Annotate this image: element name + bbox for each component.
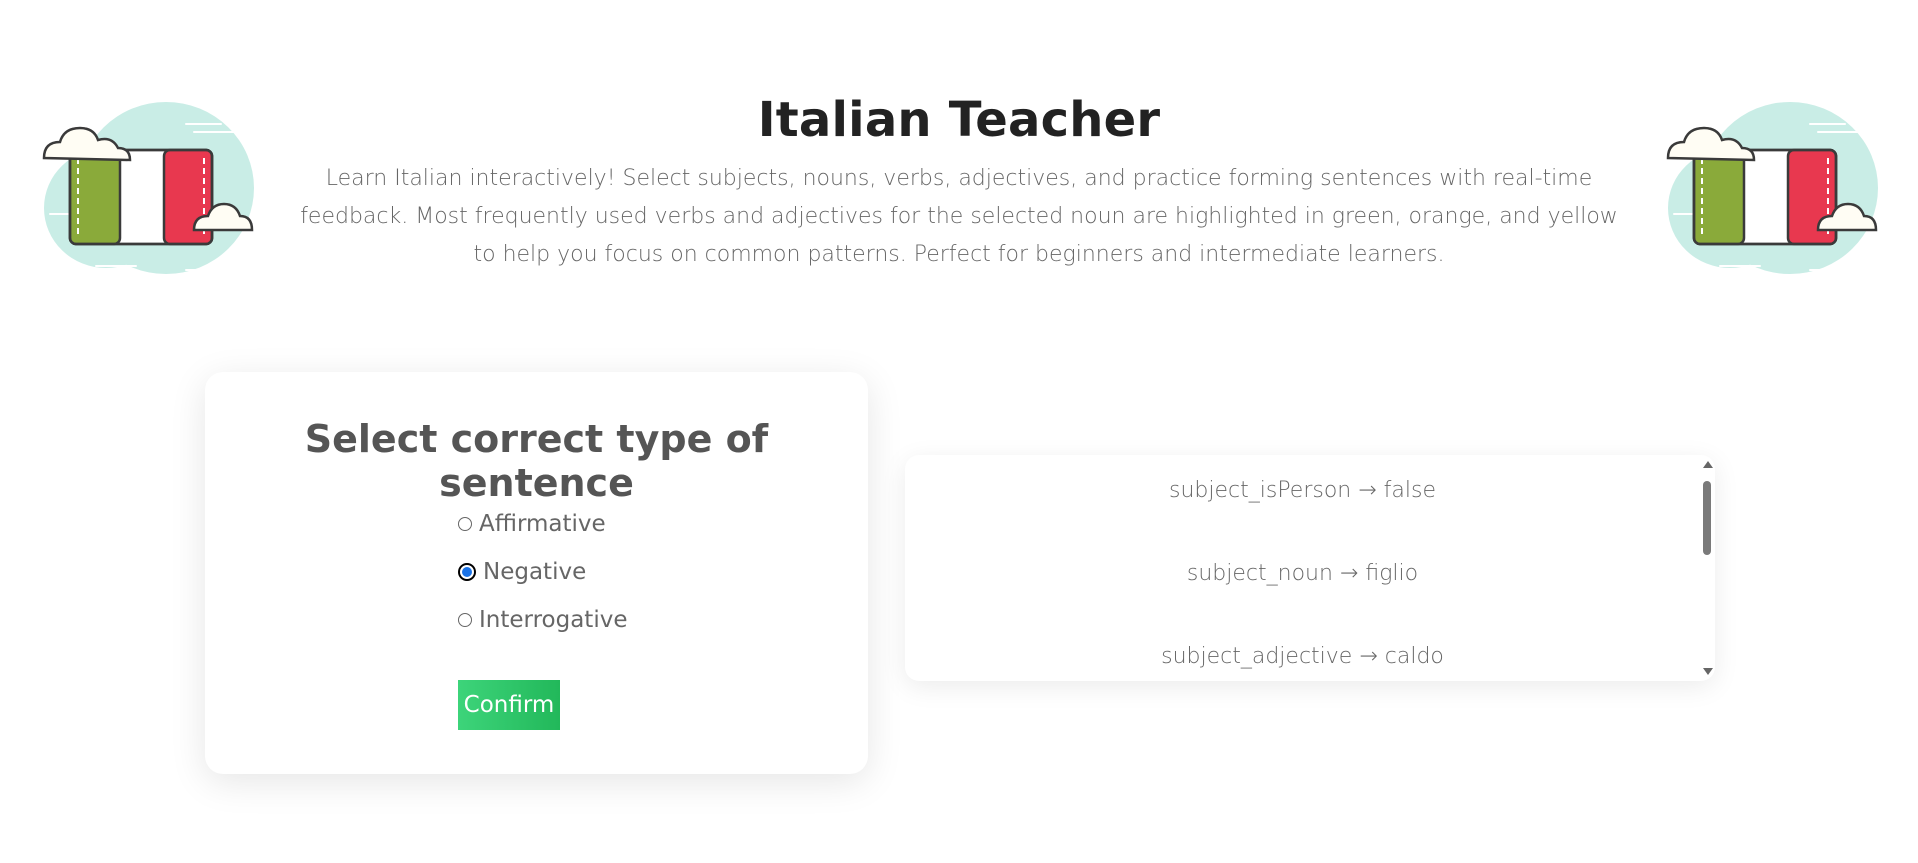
page-title: Italian Teacher [757,92,1161,148]
radio-affirmative[interactable] [458,517,472,531]
option-interrogative[interactable]: Interrogative [458,596,627,644]
sentence-type-options: Affirmative Negative Interrogative [458,500,627,644]
option-interrogative-label: Interrogative [479,607,628,633]
scrollbar[interactable] [1700,455,1715,681]
option-negative[interactable]: Negative [458,548,627,596]
sentence-type-card: Select correct type of sentence Affirmat… [205,372,868,774]
option-affirmative-label: Affirmative [479,511,606,537]
list-item: subject_isPerson → false [1169,478,1436,503]
scroll-up-arrow-icon[interactable] [1703,461,1713,468]
radio-interrogative[interactable] [458,613,472,627]
list-item: subject_adjective → caldo [1161,644,1444,669]
confirm-button[interactable]: Confirm [458,680,560,730]
page-description: Learn Italian interactively! Select subj… [300,166,1618,267]
scroll-down-arrow-icon[interactable] [1703,668,1713,675]
scrollbar-thumb[interactable] [1703,481,1711,555]
radio-negative[interactable] [458,563,476,581]
list-item: subject_noun → figlio [1186,561,1419,586]
sentence-parts-panel[interactable]: subject_isPerson → false subject_noun → … [905,455,1715,681]
sentence-parts-list: subject_isPerson → false subject_noun → … [905,455,1700,681]
option-negative-label: Negative [483,559,587,585]
sentence-type-title: Select correct type of sentence [304,417,769,505]
option-affirmative[interactable]: Affirmative [458,500,627,548]
